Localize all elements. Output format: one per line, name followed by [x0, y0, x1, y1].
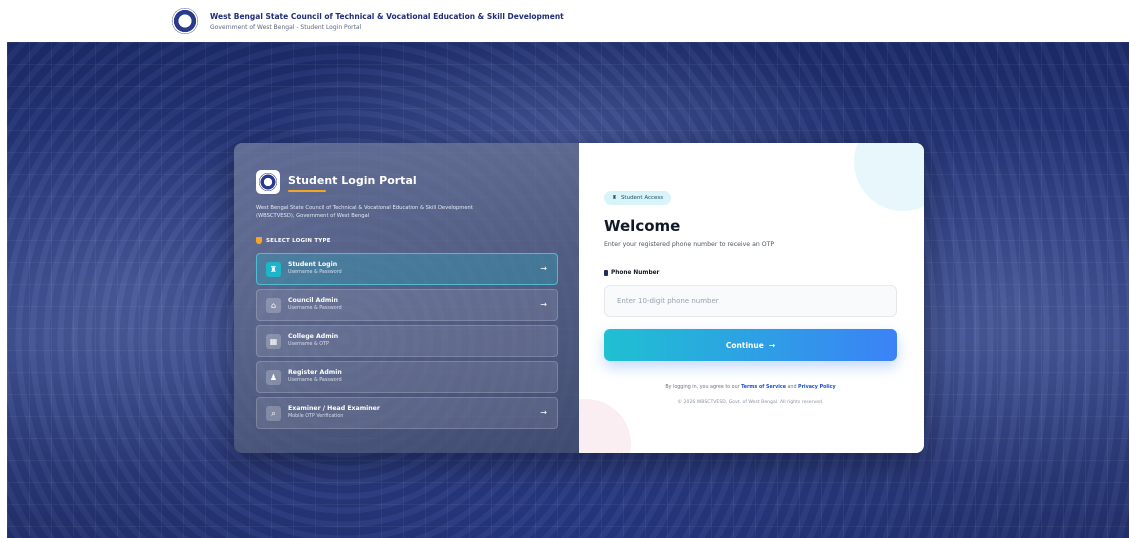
login-type-heading: SELECT LOGIN TYPE — [256, 237, 331, 244]
arrow-right-icon: → — [540, 300, 547, 309]
option-subtitle: Username & Password — [288, 306, 342, 311]
building-icon: ⌂ — [266, 298, 281, 313]
phone-label: Phone Number — [604, 270, 659, 276]
login-type-panel: Student Login Portal West Bengal State C… — [234, 143, 579, 453]
terms-and: and — [787, 385, 797, 390]
council-emblem-icon — [259, 173, 277, 191]
header-subtitle: Government of West Bengal - Student Logi… — [210, 24, 362, 31]
option-title: College Admin — [288, 333, 339, 340]
option-college-admin[interactable]: ▦ College Admin Username & OTP — [256, 325, 558, 357]
college-icon: ▦ — [266, 334, 281, 349]
portal-description: West Bengal State Council of Technical &… — [256, 205, 473, 220]
examiner-icon: ⌕ — [266, 406, 281, 421]
decorative-circle — [579, 399, 631, 453]
user-icon: ♟ — [266, 370, 281, 385]
welcome-subtitle: Enter your registered phone number to re… — [604, 241, 775, 248]
option-subtitle: Username & Password — [288, 378, 342, 383]
decorative-circle — [854, 143, 924, 211]
title-underline — [288, 190, 326, 192]
terms-of-service-link[interactable]: Terms of Service — [741, 385, 786, 390]
arrow-right-icon: → — [540, 264, 547, 273]
option-title: Register Admin — [288, 369, 342, 376]
login-form-panel: ♜ Student Access Welcome Enter your regi… — [579, 143, 924, 453]
student-cap-icon: ♜ — [612, 195, 617, 201]
portal-title: Student Login Portal — [288, 174, 417, 187]
arrow-right-icon: → — [768, 340, 776, 350]
header-title: West Bengal State Council of Technical &… — [210, 12, 564, 21]
council-logo — [172, 8, 198, 34]
option-title: Student Login — [288, 261, 338, 268]
continue-label: Continue — [725, 340, 764, 350]
option-student-login[interactable]: ♜ Student Login Username & Password → — [256, 253, 558, 285]
badge-label: Student Access — [620, 195, 664, 201]
login-type-heading-label: SELECT LOGIN TYPE — [266, 237, 331, 244]
portal-logo — [256, 170, 280, 194]
option-title: Council Admin — [288, 297, 338, 304]
top-header: West Bengal State Council of Technical &… — [0, 0, 1129, 42]
option-council-admin[interactable]: ⌂ Council Admin Username & Password → — [256, 289, 558, 321]
welcome-heading: Welcome — [604, 217, 681, 235]
terms-prefix: By logging in, you agree to our — [665, 385, 740, 390]
option-title: Examiner / Head Examiner — [288, 405, 380, 412]
option-subtitle: Username & Password — [288, 270, 342, 275]
continue-button[interactable]: Continue → — [604, 329, 897, 361]
privacy-policy-link[interactable]: Privacy Policy — [798, 385, 836, 390]
shield-icon — [256, 237, 262, 244]
student-cap-icon: ♜ — [266, 262, 281, 277]
login-card: Student Login Portal West Bengal State C… — [234, 143, 924, 453]
option-subtitle: Username & OTP — [288, 342, 329, 347]
option-register-admin[interactable]: ♟ Register Admin Username & Password — [256, 361, 558, 393]
arrow-right-icon: → — [540, 408, 547, 417]
option-subtitle: Mobile OTP Verification — [288, 414, 344, 419]
student-access-badge: ♜ Student Access — [604, 191, 672, 205]
option-examiner[interactable]: ⌕ Examiner / Head Examiner Mobile OTP Ve… — [256, 397, 558, 429]
phone-icon — [604, 270, 608, 276]
phone-input[interactable] — [604, 285, 897, 317]
phone-label-text: Phone Number — [611, 270, 660, 276]
copyright-text: © 2026 WBSCTVESD, Govt. of West Bengal. … — [677, 400, 824, 405]
terms-notice: By logging in, you agree to our Terms of… — [604, 385, 897, 390]
